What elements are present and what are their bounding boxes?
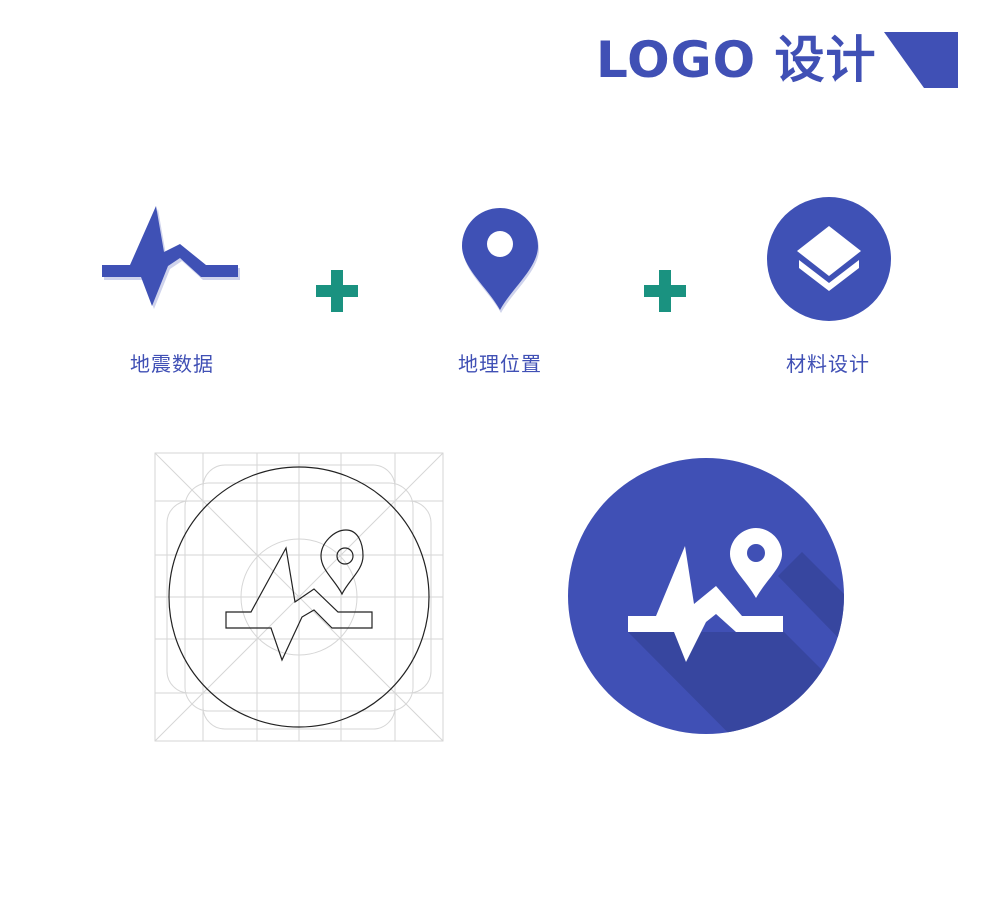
map-pin-icon xyxy=(462,208,539,313)
plus-icon xyxy=(644,270,686,312)
logo-construction-grid xyxy=(154,452,444,742)
plus-icon xyxy=(316,270,358,312)
concept-label-seismic: 地震数据 xyxy=(130,352,214,376)
corner-flag-icon xyxy=(884,32,958,88)
concept-label-material: 材料设计 xyxy=(786,352,870,376)
layers-icon xyxy=(767,197,891,321)
page-header: LOGO 设计 xyxy=(596,28,966,92)
page-title: LOGO 设计 xyxy=(596,31,877,89)
concept-label-geo: 地理位置 xyxy=(458,352,542,376)
seismic-wave-icon xyxy=(102,206,240,309)
final-logo-icon xyxy=(568,458,844,734)
